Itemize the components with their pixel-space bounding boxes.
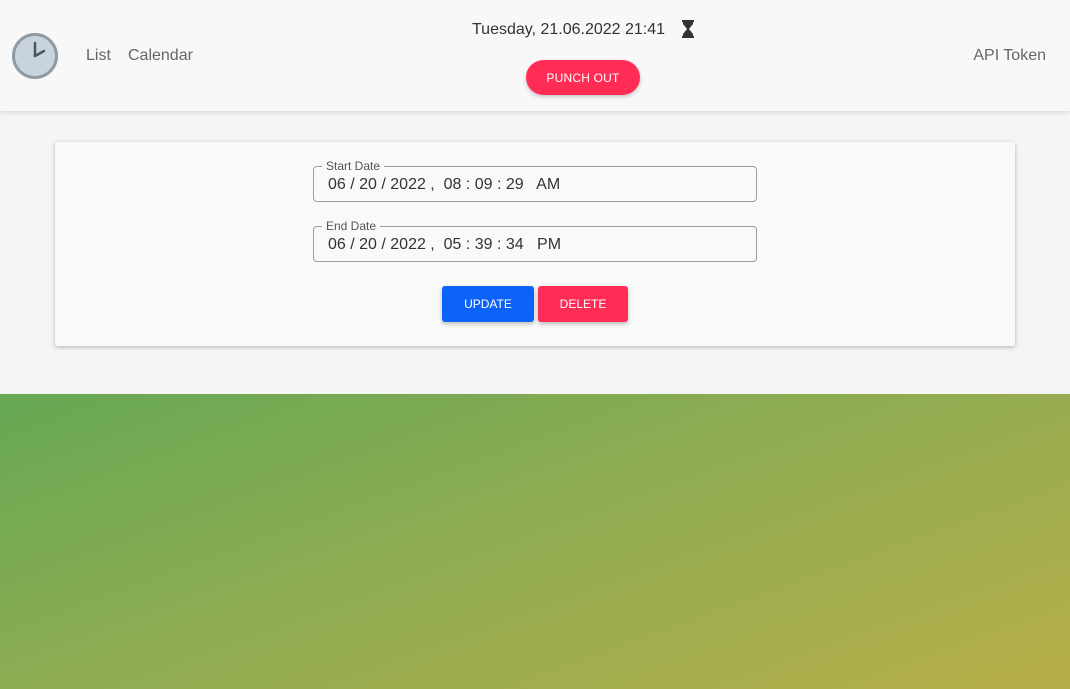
start-date-field[interactable]: Start Date 06 / 20 / 2022 , 08 : 09 : 29… <box>313 158 757 202</box>
gradient-background <box>0 394 1070 689</box>
start-date-value[interactable]: 06 / 20 / 2022 , 08 : 09 : 29 AM <box>328 176 560 194</box>
clock-icon[interactable] <box>12 33 58 79</box>
update-button[interactable]: UPDATE <box>442 286 534 322</box>
end-date-field[interactable]: End Date 06 / 20 / 2022 , 05 : 39 : 34 P… <box>313 218 757 262</box>
delete-button[interactable]: DELETE <box>538 286 628 322</box>
start-date-label: Start Date <box>322 158 385 174</box>
nav-link-api-token[interactable]: API Token <box>973 46 1046 66</box>
edit-entry-card: Start Date 06 / 20 / 2022 , 08 : 09 : 29… <box>55 142 1015 346</box>
punch-out-button[interactable]: PUNCH OUT <box>526 60 640 95</box>
end-date-label: End Date <box>322 218 381 234</box>
current-datetime: Tuesday, 21.06.2022 21:41 <box>472 21 666 38</box>
top-navigation-bar: List Calendar Tuesday, 21.06.2022 21:41 … <box>0 0 1070 111</box>
nav-link-calendar[interactable]: Calendar <box>128 46 193 66</box>
hourglass-icon <box>682 20 694 38</box>
nav-link-list[interactable]: List <box>86 46 111 66</box>
end-date-value[interactable]: 06 / 20 / 2022 , 05 : 39 : 34 PM <box>328 236 561 254</box>
